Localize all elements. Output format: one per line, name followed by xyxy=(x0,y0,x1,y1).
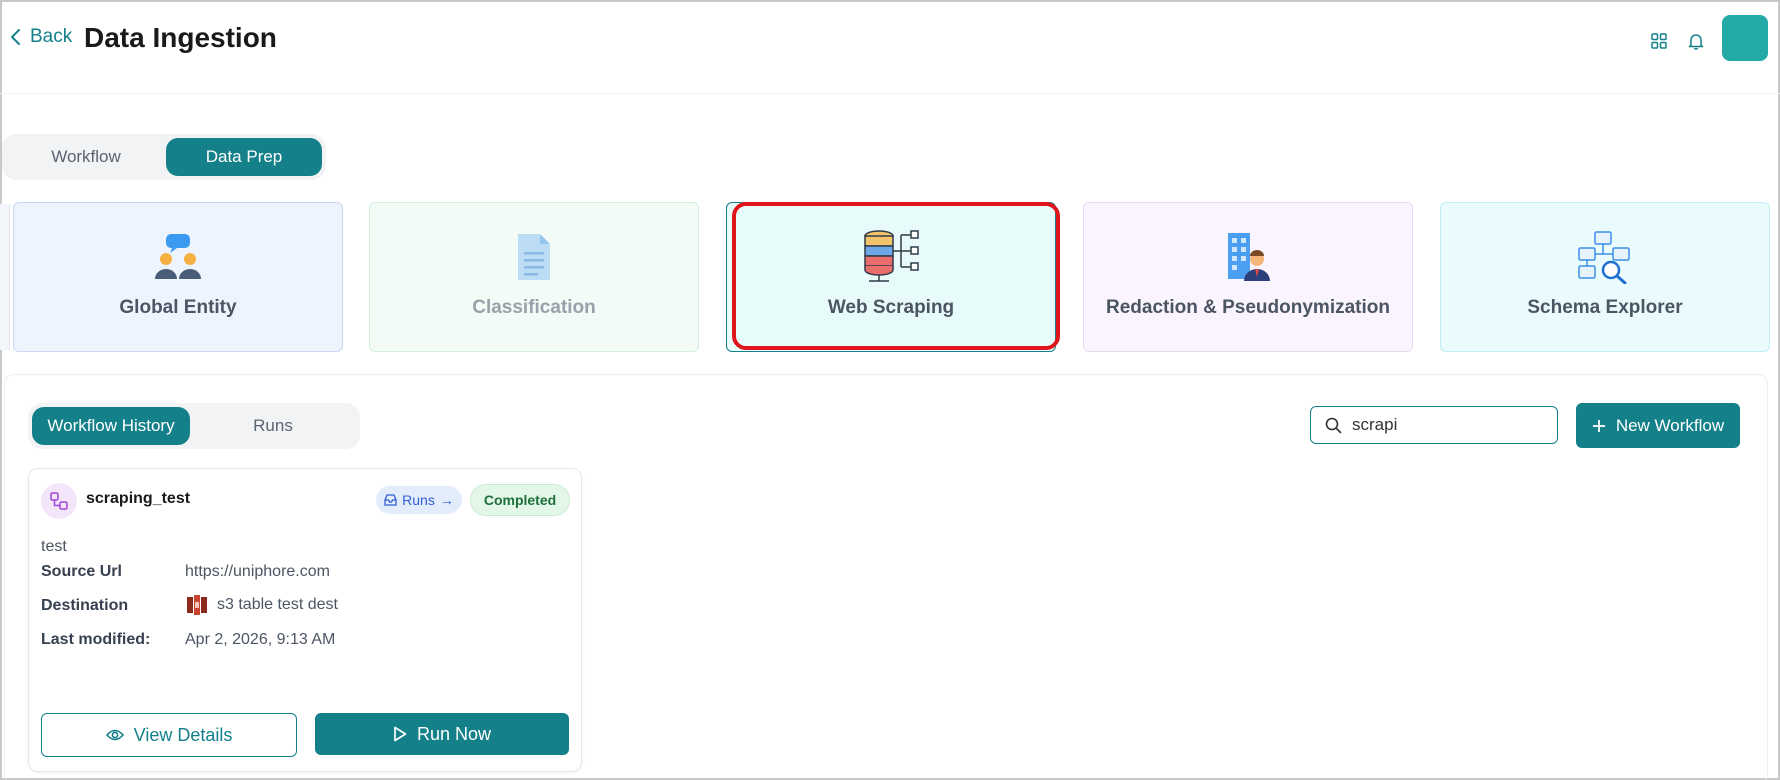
database-tree-icon xyxy=(861,229,921,285)
card-label: Classification xyxy=(472,297,596,318)
workflow-card: scraping_test Runs → Completed test Sour… xyxy=(28,468,582,772)
s3-bucket-icon xyxy=(187,595,207,615)
arrow-right-icon: → xyxy=(439,492,454,508)
tab-runs[interactable]: Runs xyxy=(190,407,356,445)
view-details-label: View Details xyxy=(133,724,233,745)
view-details-button[interactable]: View Details xyxy=(41,713,297,757)
schema-search-icon xyxy=(1575,229,1635,285)
history-toggle: Workflow History Runs xyxy=(28,403,360,449)
plus-icon xyxy=(1592,419,1605,432)
page-title: Data Ingestion xyxy=(84,22,277,53)
destination-value: s3 table test dest xyxy=(185,593,338,617)
card-redaction[interactable]: Redaction & Pseudonymization xyxy=(1083,202,1413,352)
eye-icon xyxy=(105,729,124,741)
source-url-value: https://uniphore.com xyxy=(185,563,330,580)
card-classification[interactable]: Classification xyxy=(369,202,699,352)
workflow-icon xyxy=(41,483,77,519)
last-modified-value: Apr 2, 2026, 9:13 AM xyxy=(185,631,336,648)
grid-icon[interactable] xyxy=(1648,30,1670,52)
workflow-name: scraping_test xyxy=(86,490,191,507)
tab-data-prep[interactable]: Data Prep xyxy=(166,138,322,176)
card-label: Global Entity xyxy=(119,297,237,318)
status-badge: Completed xyxy=(470,484,570,516)
new-workflow-button[interactable]: New Workflow xyxy=(1576,403,1740,448)
runs-link[interactable]: Runs → xyxy=(376,486,462,514)
card-label: Redaction & Pseudonymization xyxy=(1106,297,1390,318)
card-schema-explorer[interactable]: Schema Explorer xyxy=(1440,202,1770,352)
source-url-label: Source Url xyxy=(41,563,122,580)
workflow-description: test xyxy=(41,538,67,555)
document-icon xyxy=(504,229,564,285)
avatar[interactable] xyxy=(1722,15,1768,61)
bell-icon[interactable] xyxy=(1685,30,1707,52)
run-now-label: Run Now xyxy=(416,723,492,744)
chevron-left-icon xyxy=(11,29,20,45)
destination-label: Destination xyxy=(41,597,129,614)
last-modified-label: Last modified: xyxy=(41,631,151,648)
inbox-icon xyxy=(384,494,397,506)
card-scroll-edge xyxy=(0,204,10,350)
card-global-entity[interactable]: Global Entity xyxy=(13,202,343,352)
search-icon xyxy=(1325,417,1342,433)
search-input[interactable] xyxy=(1352,415,1542,435)
run-now-button[interactable]: Run Now xyxy=(315,713,569,755)
card-label: Web Scraping xyxy=(827,297,955,318)
office-person-icon xyxy=(1218,229,1278,285)
top-header: Back Data Ingestion xyxy=(0,0,1780,94)
search-box[interactable] xyxy=(1310,406,1558,444)
people-chat-icon xyxy=(148,229,208,285)
tab-workflow-history[interactable]: Workflow History xyxy=(32,407,190,445)
new-workflow-label: New Workflow xyxy=(1615,415,1725,435)
play-icon xyxy=(394,726,407,742)
mode-toggle: Workflow Data Prep xyxy=(2,134,326,180)
back-button[interactable]: Back xyxy=(8,26,72,48)
destination-name: s3 table test dest xyxy=(217,596,338,613)
card-web-scraping[interactable]: Web Scraping xyxy=(726,202,1056,352)
card-label: Schema Explorer xyxy=(1527,297,1683,318)
runs-link-label: Runs xyxy=(402,492,435,508)
tab-workflow[interactable]: Workflow xyxy=(6,138,166,176)
back-label: Back xyxy=(30,26,73,47)
